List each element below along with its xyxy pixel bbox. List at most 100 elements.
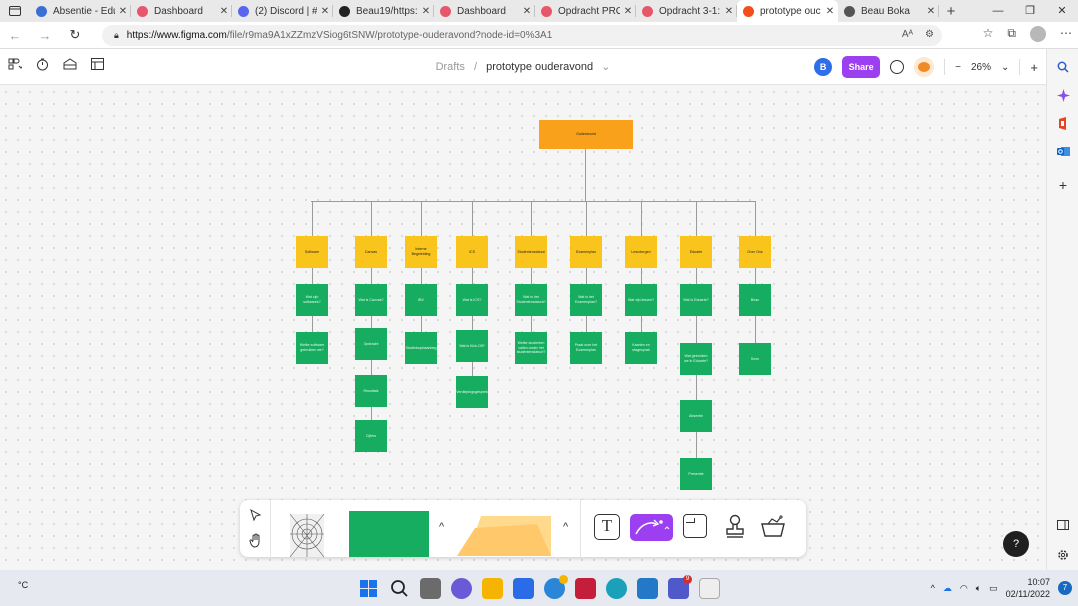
add-icon[interactable]: + [1055,177,1071,193]
speaker-icon[interactable]: 🔈︎ [976,583,981,594]
snipping-tool-icon[interactable] [699,578,720,599]
category-node[interactable]: Lesrotergen [625,236,657,268]
topic-node[interactable]: Wat gebruiken we in Eduarte? [680,343,712,375]
close-tab-icon[interactable]: ✕ [418,6,434,17]
move-tool-icon[interactable] [250,508,262,527]
chevron-down-icon[interactable]: ⌄ [1001,62,1009,73]
topic-node[interactable]: Studieloopbaanbeg [405,332,437,364]
sticky-note-tool[interactable] [457,510,553,562]
read-aloud-icon[interactable]: Aᴬ [902,29,913,40]
teams-chat-icon[interactable] [451,578,472,599]
category-node[interactable]: Canvas [355,236,387,268]
topic-node[interactable]: IBV [405,284,437,316]
close-tab-icon[interactable]: ✕ [317,6,333,17]
zoom-level[interactable]: 26% [971,62,991,73]
zoom-out-button[interactable]: − [955,62,961,73]
root-node[interactable]: Ouderavond [539,120,633,149]
topic-node[interactable]: Praat over het Examenplan [570,332,602,364]
file-explorer-icon[interactable] [482,578,503,599]
category-node[interactable]: Studentenstatuut [515,236,547,268]
browser-tab[interactable]: Dashboard ✕ [131,0,232,22]
browser-tab[interactable]: Dashboard ✕ [434,0,535,22]
onedrive-icon[interactable]: ☁ [943,583,952,594]
topic-node[interactable]: Kaarten en stagesprak [625,332,657,364]
close-tab-icon[interactable]: ✕ [923,6,939,17]
topic-node[interactable]: Resultats [355,375,387,407]
more-icon[interactable]: ⋯ [1060,26,1072,42]
browser-tab[interactable]: (2) Discord | # ✕ [232,0,333,22]
topic-node[interactable]: Cijfers [355,420,387,452]
minimize-icon[interactable]: — [982,0,1014,22]
file-name[interactable]: prototype ouderavond [486,61,593,73]
sidebar-toggle-icon[interactable] [1055,517,1071,533]
chevron-up-icon[interactable]: ^ [563,521,568,533]
close-tab-icon[interactable]: ✕ [519,6,535,17]
browser-tab[interactable]: Beau19/https: ✕ [333,0,434,22]
topic-node[interactable]: Wat is het Studentenstatuut? [515,284,547,316]
topic-node[interactable]: Welke software gebruiken we? [296,332,328,364]
topic-node[interactable]: Wat is Kick-Off? [456,330,488,362]
chevron-up-icon[interactable]: ^ [931,583,935,593]
office-icon[interactable] [1055,115,1071,131]
browser-tab[interactable]: Opdracht PRO ✕ [535,0,636,22]
topic-node[interactable]: Wat zijn lessen? [625,284,657,316]
topic-node[interactable]: Wat is het Examenplan? [570,284,602,316]
url-field[interactable]: 🔒︎ https://www.figma.com/file/r9ma9A1xZZ… [102,25,942,46]
comment-icon[interactable] [890,60,905,74]
category-node[interactable]: Examenplan [570,236,602,268]
profile-avatar[interactable] [1030,26,1046,42]
search-icon[interactable] [1055,59,1071,75]
connector-tool-icon[interactable] [630,514,673,541]
pumpkin-icon[interactable] [914,57,935,77]
tab-actions-icon[interactable] [0,0,30,22]
favorites-icon[interactable]: ☆ [983,26,994,42]
topic-node[interactable]: Presentie [680,458,712,490]
stamp-tool-icon[interactable] [724,514,746,545]
topic-node[interactable]: Seon [739,343,771,375]
store-icon[interactable] [513,578,534,599]
wifi-icon[interactable]: ◠ [960,583,968,594]
browser-tab[interactable]: Absentie - Edu ✕ [30,0,131,22]
hand-tool-icon[interactable] [249,533,263,553]
battery-icon[interactable]: ▭ [989,583,998,594]
chrome-icon[interactable] [544,575,568,599]
chevron-up-icon[interactable]: ^ [439,521,444,533]
teams-icon[interactable]: 9 [668,575,692,599]
topic-node[interactable]: Wat is Eduarte? [680,284,712,316]
close-tab-icon[interactable]: ✕ [822,6,838,17]
category-node[interactable]: Interne Begeleiding [405,236,437,268]
topic-node[interactable]: Wat is Canvas? [355,284,387,316]
green-shape-tool[interactable] [349,511,429,557]
zoom-in-button[interactable]: + [1030,60,1038,75]
user-avatar[interactable]: B [814,58,833,76]
section-tool-icon[interactable] [683,514,707,538]
browser-tab[interactable]: Opdracht 3-1: ✕ [636,0,737,22]
topic-node[interactable]: Welke studenten vallen onder het student… [515,332,547,364]
new-tab-button[interactable]: + [939,3,963,20]
weather-temp[interactable]: °C [18,580,28,590]
category-node[interactable]: Software [296,236,328,268]
category-node[interactable]: Over Ons [739,236,771,268]
outlook-icon[interactable] [1055,143,1071,159]
text-tool-icon[interactable]: T [594,514,620,540]
close-tab-icon[interactable]: ✕ [216,6,232,17]
edge-icon[interactable] [606,578,627,599]
close-tab-icon[interactable]: ✕ [115,6,131,17]
help-button[interactable]: ? [1003,531,1029,557]
chevron-down-icon[interactable]: ⌄ [601,61,610,73]
topic-node[interactable]: Absentie [680,400,712,432]
notifications-badge[interactable]: 7 [1058,581,1072,595]
tracking-icon[interactable]: ⚙︎ [925,29,934,40]
close-window-icon[interactable]: ✕ [1046,0,1078,22]
back-icon[interactable]: ← [0,28,30,43]
category-node[interactable]: ICS [456,236,488,268]
share-button[interactable]: Share [842,56,881,78]
vscode-icon[interactable] [637,578,658,599]
topic-node[interactable]: Beau [739,284,771,316]
breadcrumb-drafts[interactable]: Drafts [436,61,465,73]
refresh-icon[interactable]: ↻ [60,27,90,43]
topic-node[interactable]: Wat zijn softwares? [296,284,328,316]
start-icon[interactable] [358,578,379,599]
forward-icon[interactable]: → [30,28,60,43]
topic-node[interactable]: Verdiepingsgesprek [456,376,488,408]
